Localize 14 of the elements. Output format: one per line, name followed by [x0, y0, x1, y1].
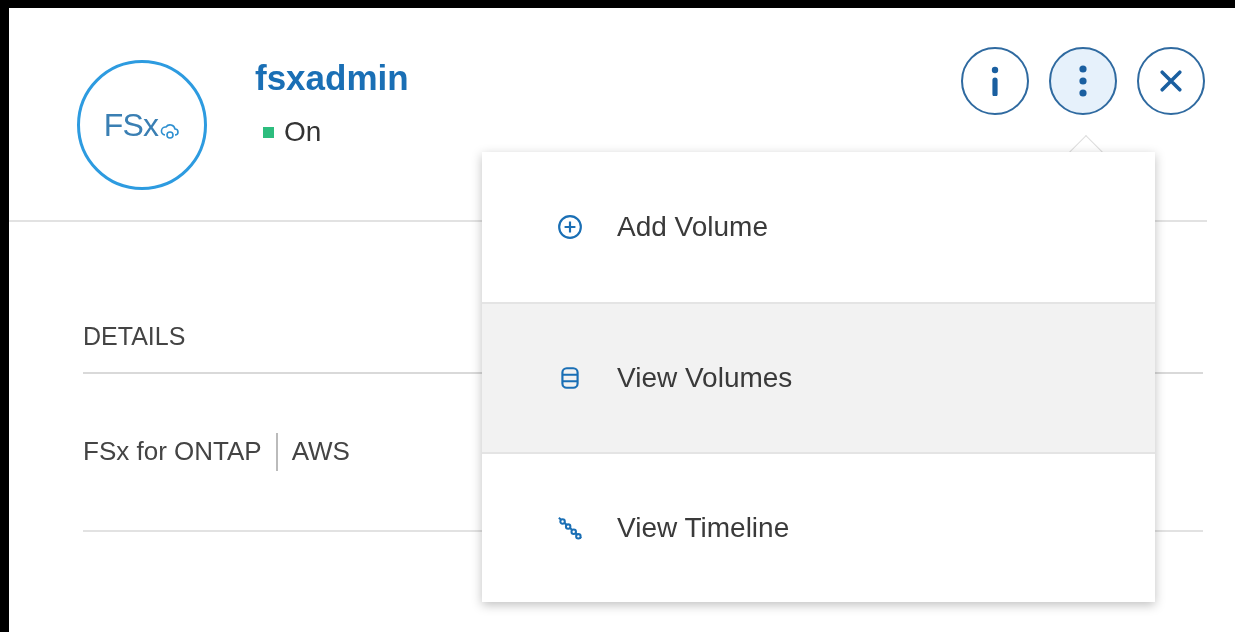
detail-text: AWS — [291, 435, 350, 468]
detail-text: FSx for ONTAP — [83, 435, 262, 468]
menu-item[interactable]: Add Volume — [482, 152, 1155, 302]
menu-item[interactable]: View Volumes — [482, 302, 1155, 452]
more-icon — [1079, 65, 1087, 97]
system-name: fsxadmin — [255, 57, 409, 99]
logo-text: FSx — [103, 106, 159, 145]
status-label: On — [284, 116, 322, 148]
menu-item[interactable]: View Timeline — [482, 452, 1155, 602]
close-icon — [1160, 70, 1182, 92]
cloud-icon — [160, 121, 181, 141]
timeline-icon — [557, 515, 583, 541]
info-icon — [991, 66, 999, 96]
plus-circle-icon — [557, 214, 583, 240]
